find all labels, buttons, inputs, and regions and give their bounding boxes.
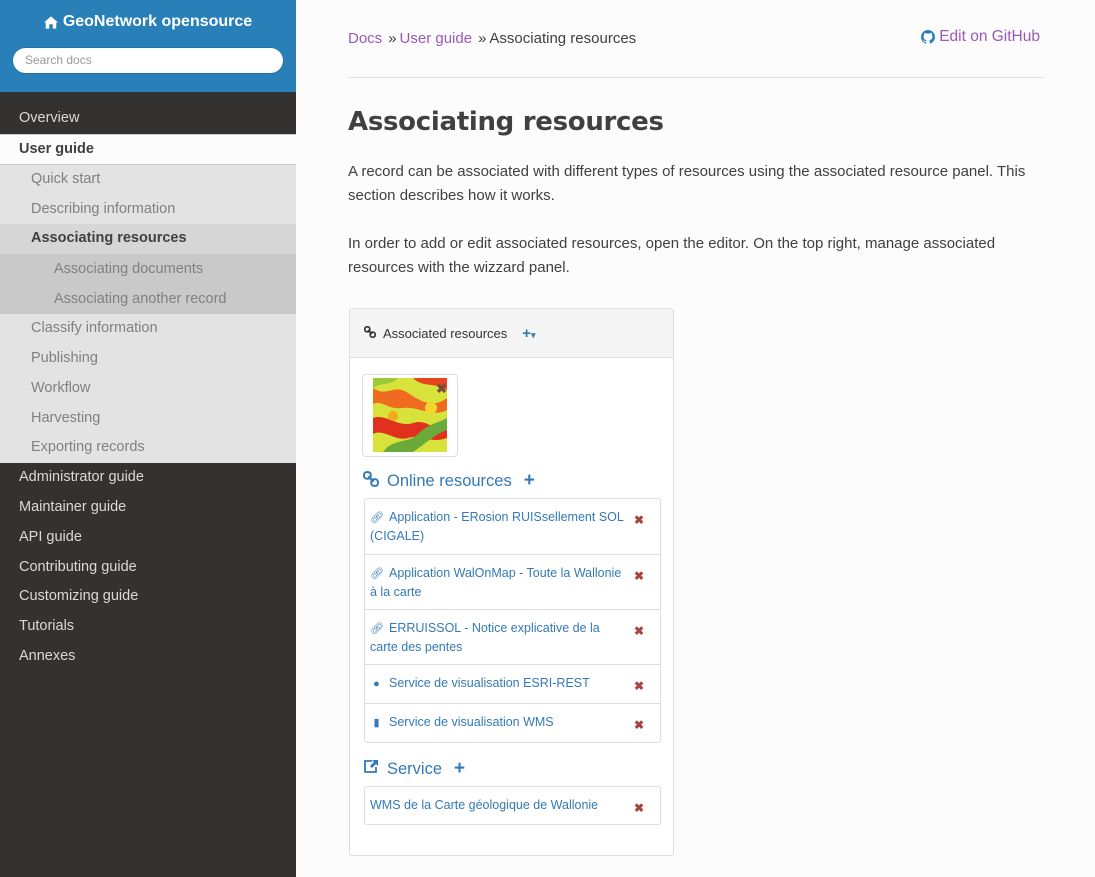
remove-icon[interactable]: ✖ [634,677,644,695]
breadcrumb-separator: » [388,30,397,47]
online-resource-label: ERRUISSOL - Notice explicative de la car… [370,621,600,654]
page-title: Associating resources [348,107,664,137]
panel-header: Associated resources +▾ [350,309,673,358]
breadcrumb-user-guide-link[interactable]: User guide [400,30,473,47]
list-item[interactable]: WMS de la Carte géologique de Wallonie ✖ [365,787,660,824]
online-resource-label: Service de visualisation WMS [389,715,554,729]
link-icon [363,470,379,492]
nav-item-maintainer-guide[interactable]: Maintainer guide [0,493,296,523]
nav-item-overview[interactable]: Overview [0,104,296,134]
nav-item-publishing[interactable]: Publishing [0,343,296,374]
nav-item-api-guide[interactable]: API guide [0,523,296,553]
service-title: Service + [363,758,465,780]
panel-header-label: Associated resources [383,325,508,341]
search-input[interactable] [12,46,284,74]
online-resource-label: Service de visualisation ESRI-REST [389,676,590,690]
nav-item-harvesting[interactable]: Harvesting [0,403,296,434]
nav-item-classify-information[interactable]: Classify information [0,314,296,344]
nav-item-administrator-guide[interactable]: Administrator guide [0,463,296,493]
link-icon: 🔗︎ [370,623,384,635]
sidebar-nav: Overview User guide Quick start Describi… [0,104,296,672]
nav-item-tutorials[interactable]: Tutorials [0,612,296,642]
map-icon: ▮ [373,717,380,729]
remove-icon[interactable]: ✖ [634,567,644,585]
remove-icon[interactable]: ✖ [634,511,644,529]
sidebar-header: GeoNetwork opensource [0,0,296,92]
list-item[interactable]: ● Service de visualisation ESRI-REST ✖ [365,664,660,703]
breadcrumb: Docs» User guide» Associating resources Ed… [348,0,1044,78]
add-dropdown-button[interactable]: +▾ [522,325,535,342]
nav-item-workflow[interactable]: Workflow [0,373,296,404]
remove-thumbnail-icon[interactable]: ✖ [436,381,447,397]
share-icon [363,759,379,779]
online-resources-label: Online resources [387,471,512,490]
main-content: Docs» User guide» Associating resources Ed… [348,0,1044,280]
list-item[interactable]: ▮ Service de visualisation WMS ✖ [365,703,660,742]
home-icon [43,15,58,29]
nav-item-user-guide[interactable]: User guide [0,133,296,165]
nav-item-associating-documents[interactable]: Associating documents [0,254,296,285]
thumbnail[interactable]: ✖ [362,374,458,457]
edit-on-github-link[interactable]: Edit on GitHub [921,28,1040,46]
associated-resources-panel: Associated resources +▾ ✖ Online resourc… [349,308,674,856]
nav-item-quick-start[interactable]: Quick start [0,164,296,195]
service-list: WMS de la Carte géologique de Wallonie ✖ [364,786,661,825]
breadcrumb-separator: » [478,30,487,47]
service-item-label: WMS de la Carte géologique de Wallonie [370,798,599,812]
paragraph-intro: A record can be associated with differen… [348,163,1026,204]
breadcrumb-docs-link[interactable]: Docs [348,30,382,47]
online-resource-label: Application - ERosion RUISsellement SOL … [370,510,624,543]
brand-link[interactable]: GeoNetwork opensource [43,13,253,31]
online-resources-list: 🔗︎ Application - ERosion RUISsellement SO… [364,498,661,743]
remove-icon[interactable]: ✖ [634,799,644,817]
add-online-resource-button[interactable]: + [524,470,535,492]
nav-item-exporting-records[interactable]: Exporting records [0,433,296,464]
brand-label: GeoNetwork opensource [62,13,253,30]
github-icon [921,30,936,44]
nav-item-customizing-guide[interactable]: Customizing guide [0,582,296,612]
edit-on-github-label: Edit on GitHub [939,28,1040,45]
breadcrumb-current: Associating resources [489,30,637,47]
remove-icon[interactable]: ✖ [634,716,644,734]
list-item[interactable]: 🔗︎ Application WalOnMap - Toute la Wallon… [365,554,660,609]
nav-item-describing-information[interactable]: Describing information [0,194,296,225]
globe-icon: ● [373,678,380,690]
link-icon: 🔗︎ [370,512,384,524]
link-icon: 🔗︎ [370,568,384,580]
nav-item-associating-another-record[interactable]: Associating another record [0,284,296,315]
nav-item-annexes[interactable]: Annexes [0,642,296,672]
nav-item-contributing-guide[interactable]: Contributing guide [0,553,296,583]
list-item[interactable]: 🔗︎ ERRUISSOL - Notice explicative de la c… [365,609,660,664]
online-resource-label: Application WalOnMap - Toute la Wallonie… [370,566,622,599]
link-icon [364,325,376,341]
online-resources-title: Online resources + [363,470,535,492]
sidebar: GeoNetwork opensource Overview User guid… [0,0,296,877]
paragraph-instructions: In order to add or edit associated resou… [348,235,996,276]
service-label: Service [387,759,443,778]
nav-item-associating-resources[interactable]: Associating resources [0,224,296,255]
list-item[interactable]: 🔗︎ Application - ERosion RUISsellement SO… [365,499,660,554]
remove-icon[interactable]: ✖ [634,622,644,640]
add-service-button[interactable]: + [454,758,465,780]
